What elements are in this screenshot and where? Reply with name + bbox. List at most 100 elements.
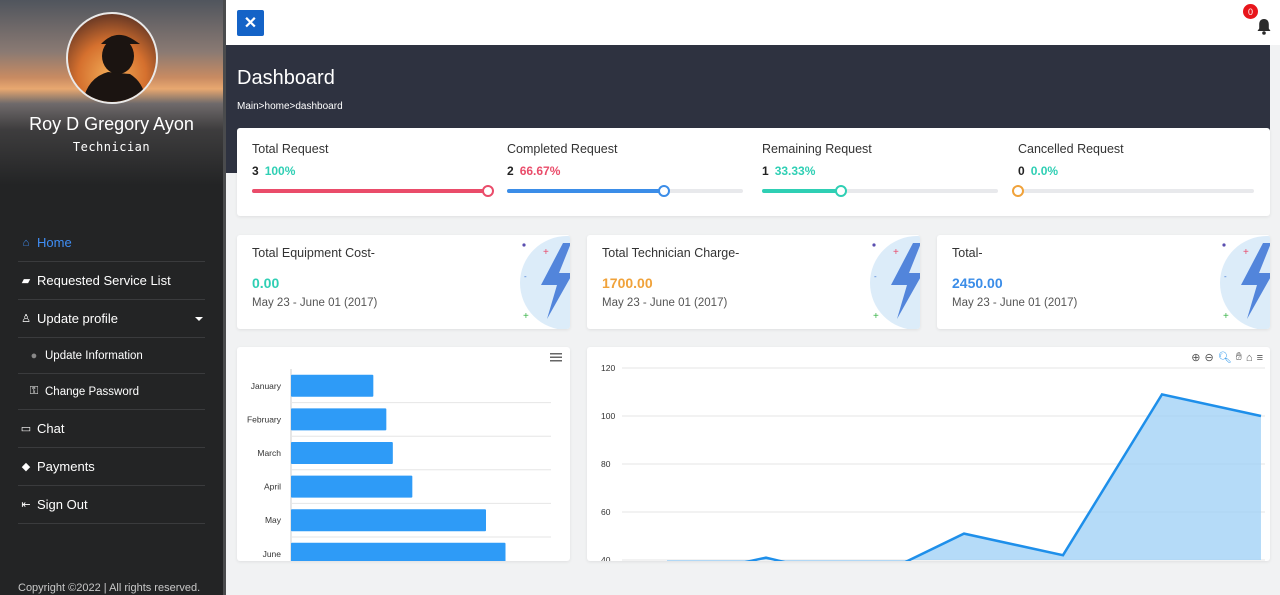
copyright-text: Copyright ©2022 | All rights reserved. bbox=[18, 582, 201, 594]
chart-menu-icon[interactable]: ≡ bbox=[1257, 352, 1263, 364]
area-chart-card: ⊕ ⊖ 🔍︎ ✋︎ ⌂ ≡ 40 60 80 100 120 bbox=[587, 347, 1270, 561]
summary-label: Total- bbox=[952, 246, 983, 260]
y-tick-label: 40 bbox=[601, 555, 611, 561]
sidebar-item-requested-service-list[interactable]: ▰ Requested Service List bbox=[18, 262, 205, 300]
bar[interactable] bbox=[291, 408, 387, 431]
sign-out-icon: ⇤ bbox=[21, 499, 31, 511]
stat-percent: 100% bbox=[264, 164, 296, 178]
user-name: Roy D Gregory Ayon bbox=[29, 114, 194, 134]
stat-count: 0 bbox=[1018, 164, 1025, 178]
bar[interactable] bbox=[291, 542, 506, 561]
reset-home-icon[interactable]: ⌂ bbox=[1246, 352, 1253, 364]
svg-text:+: + bbox=[873, 311, 879, 322]
y-tick-label: February bbox=[247, 414, 282, 424]
bell-icon[interactable] bbox=[1256, 18, 1272, 35]
sidebar-item-label: Home bbox=[37, 235, 72, 250]
y-tick-label: April bbox=[264, 482, 281, 492]
stat-cancelled-request: Cancelled Request 0 0.0% bbox=[1012, 142, 1258, 197]
bar-chart: January February March April May June bbox=[247, 369, 551, 561]
summary-card-total: Total- 2450.00 May 23 - June 01 (2017) +… bbox=[937, 235, 1270, 329]
summary-label: Total Equipment Cost- bbox=[252, 246, 375, 260]
svg-text:+: + bbox=[893, 247, 899, 258]
notification-badge: 0 bbox=[1243, 4, 1258, 19]
summary-value: 0.00 bbox=[252, 275, 280, 291]
summary-value: 2450.00 bbox=[952, 275, 1003, 291]
svg-text:-: - bbox=[1224, 272, 1227, 281]
sidebar-item-home[interactable]: ⌂ Home bbox=[18, 224, 205, 262]
lightning-icon: + + - bbox=[520, 236, 570, 329]
y-tick-label: May bbox=[265, 515, 282, 525]
zoom-in-icon[interactable]: ⊕ bbox=[1191, 351, 1200, 364]
zoom-select-icon[interactable]: 🔍︎ bbox=[1218, 351, 1232, 364]
summary-value: 1700.00 bbox=[602, 275, 653, 291]
progress-knob[interactable] bbox=[658, 185, 671, 197]
stat-label: Total Request bbox=[252, 142, 329, 156]
y-tick-label: March bbox=[257, 448, 281, 458]
progress-bar bbox=[762, 185, 998, 197]
sidebar-item-label: Requested Service List bbox=[37, 273, 171, 288]
stat-percent: 33.33% bbox=[774, 164, 816, 178]
sidebar-item-label: Change Password bbox=[45, 385, 139, 398]
summary-date: May 23 - June 01 (2017) bbox=[602, 297, 728, 309]
summary-card-equipment-cost: Total Equipment Cost- 0.00 May 23 - June… bbox=[237, 235, 570, 329]
stat-count: 3 bbox=[252, 164, 259, 178]
chart-menu-icon[interactable] bbox=[550, 352, 562, 362]
home-icon: ⌂ bbox=[22, 236, 30, 249]
sidebar-item-payments[interactable]: ◆ Payments bbox=[18, 448, 205, 486]
sidebar-item-chat[interactable]: ▭ Chat bbox=[18, 410, 205, 448]
stat-label: Cancelled Request bbox=[1018, 142, 1124, 156]
area-fill bbox=[667, 394, 1261, 561]
request-stats-card: Total Request 3 100% Completed Request 26… bbox=[237, 128, 1270, 216]
lightning-icon: + + - bbox=[1220, 236, 1270, 329]
user-role: Technician bbox=[72, 140, 151, 154]
summary-date: May 23 - June 01 (2017) bbox=[952, 297, 1078, 309]
progress-knob[interactable] bbox=[482, 185, 494, 197]
close-icon: ✕ bbox=[243, 15, 258, 32]
chat-icon: ▭ bbox=[20, 423, 32, 435]
bar[interactable] bbox=[291, 509, 486, 532]
dot-icon: ● bbox=[30, 349, 38, 362]
avatar bbox=[66, 12, 158, 104]
stat-completed-request: Completed Request 2 66.67% bbox=[507, 142, 747, 197]
tag-icon: ◆ bbox=[21, 461, 31, 473]
monthly-bar-chart-card: January February March April May June bbox=[237, 347, 570, 561]
stat-remaining-request: Remaining Request 1 33.33% bbox=[762, 142, 1002, 197]
progress-fill bbox=[762, 189, 841, 193]
bar[interactable] bbox=[291, 442, 393, 464]
bar[interactable] bbox=[291, 475, 413, 498]
user-icon: ♙ bbox=[21, 313, 31, 325]
progress-knob[interactable] bbox=[834, 185, 847, 197]
sidebar-item-change-password[interactable]: ⚿ Change Password bbox=[18, 374, 205, 410]
briefcase-icon: ▰ bbox=[21, 275, 31, 287]
sidebar-toggle-button[interactable]: ✕ bbox=[237, 10, 264, 36]
sidebar: Roy D Gregory Ayon Technician ⌂ Home ▰ R… bbox=[0, 0, 226, 595]
svg-text:+: + bbox=[523, 311, 529, 322]
svg-text:-: - bbox=[874, 272, 877, 281]
y-tick-label: 60 bbox=[601, 507, 611, 517]
topbar: ✕ 0 bbox=[226, 0, 1280, 45]
stat-label: Completed Request bbox=[507, 142, 618, 156]
sidebar-item-label: Chat bbox=[37, 421, 65, 436]
stat-percent: 0.0% bbox=[1030, 164, 1059, 178]
stat-percent: 66.67% bbox=[519, 164, 561, 178]
lightning-icon: + + - bbox=[870, 236, 920, 329]
svg-text:+: + bbox=[543, 247, 549, 258]
y-tick-label: 100 bbox=[601, 411, 615, 421]
y-tick-label: January bbox=[251, 381, 282, 391]
sidebar-item-update-information[interactable]: ● Update Information bbox=[18, 338, 205, 374]
sidebar-item-sign-out[interactable]: ⇤ Sign Out bbox=[18, 486, 205, 524]
chevron-down-icon bbox=[195, 316, 203, 321]
pan-icon[interactable]: ✋︎ bbox=[1236, 351, 1242, 364]
y-tick-label: 80 bbox=[601, 459, 611, 469]
progress-bar bbox=[1012, 185, 1254, 197]
sidebar-item-label: Sign Out bbox=[37, 497, 88, 512]
zoom-out-icon[interactable]: ⊖ bbox=[1204, 351, 1213, 364]
area-chart: 40 60 80 100 120 bbox=[601, 363, 1265, 561]
progress-fill bbox=[252, 189, 488, 193]
progress-knob[interactable] bbox=[1012, 185, 1024, 197]
progress-bar bbox=[252, 185, 494, 197]
chart-toolbar: ⊕ ⊖ 🔍︎ ✋︎ ⌂ ≡ bbox=[1191, 351, 1263, 364]
y-tick-label: June bbox=[263, 549, 282, 559]
sidebar-item-update-profile[interactable]: ♙ Update profile bbox=[18, 300, 205, 338]
bar[interactable] bbox=[291, 374, 374, 397]
